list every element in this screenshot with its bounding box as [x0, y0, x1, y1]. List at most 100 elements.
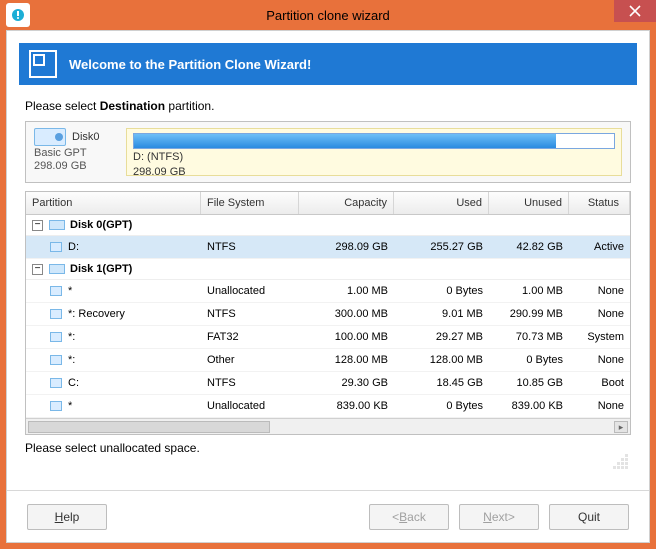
table-row[interactable]: *: Recovery NTFS300.00 MB9.01 MB290.99 MB… — [26, 303, 630, 326]
cell-partition: * — [68, 285, 72, 297]
table-row[interactable]: *Unallocated839.00 KB0 Bytes839.00 KBNon… — [26, 395, 630, 418]
cell-status: Boot — [569, 375, 630, 391]
horizontal-scrollbar[interactable]: ▸ — [26, 418, 630, 434]
cell-capacity: 298.09 GB — [299, 239, 394, 255]
cell-status: System — [569, 329, 630, 345]
cell-used: 255.27 GB — [394, 239, 489, 255]
table-row[interactable]: *: FAT32100.00 MB29.27 MB70.73 MBSystem — [26, 326, 630, 349]
cell-partition: * — [68, 400, 72, 412]
cell-status: None — [569, 306, 630, 322]
instruction-pre: Please select — [25, 99, 100, 113]
window-title: Partition clone wizard — [0, 8, 656, 23]
cell-unused: 10.85 GB — [489, 375, 569, 391]
disk-group-title: Disk 1(GPT) — [70, 263, 132, 275]
usage-bar — [133, 133, 615, 149]
cell-used: 0 Bytes — [394, 283, 489, 299]
back-button[interactable]: <Back — [369, 504, 449, 530]
cell-capacity: 839.00 KB — [299, 398, 394, 414]
cell-filesystem: NTFS — [201, 375, 299, 391]
instruction-bold: Destination — [100, 99, 165, 113]
cell-used: 29.27 MB — [394, 329, 489, 345]
wizard-icon — [29, 50, 57, 78]
cell-filesystem: NTFS — [201, 306, 299, 322]
close-button[interactable] — [614, 0, 656, 22]
grid-header: Partition File System Capacity Used Unus… — [26, 192, 630, 215]
help-button[interactable]: Help — [27, 504, 107, 530]
col-status[interactable]: Status — [569, 192, 630, 214]
cell-capacity: 100.00 MB — [299, 329, 394, 345]
cell-unused: 70.73 MB — [489, 329, 569, 345]
wizard-banner: Welcome to the Partition Clone Wizard! — [19, 43, 637, 85]
cell-status: None — [569, 352, 630, 368]
cell-filesystem: Unallocated — [201, 398, 299, 414]
scrollbar-thumb[interactable] — [28, 421, 270, 433]
wizard-title: Welcome to the Partition Clone Wizard! — [69, 57, 311, 72]
instruction-text: Please select Destination partition. — [25, 99, 631, 113]
collapse-icon[interactable]: − — [32, 220, 43, 231]
col-capacity[interactable]: Capacity — [299, 192, 394, 214]
cell-capacity: 29.30 GB — [299, 375, 394, 391]
cell-unused: 1.00 MB — [489, 283, 569, 299]
cell-partition: *: Recovery — [68, 308, 125, 320]
cell-used: 18.45 GB — [394, 375, 489, 391]
partition-icon — [50, 378, 62, 388]
cell-used: 128.00 MB — [394, 352, 489, 368]
collapse-icon[interactable]: − — [32, 264, 43, 275]
partition-icon — [50, 242, 62, 252]
col-used[interactable]: Used — [394, 192, 489, 214]
table-row[interactable]: *:Other128.00 MB128.00 MB0 BytesNone — [26, 349, 630, 372]
cell-capacity: 128.00 MB — [299, 352, 394, 368]
disk-group[interactable]: − Disk 0(GPT) — [26, 215, 630, 236]
source-disk-box: Disk0 Basic GPT 298.09 GB D: (NTFS) 298.… — [25, 121, 631, 183]
partition-grid: Partition File System Capacity Used Unus… — [25, 191, 631, 435]
cell-used: 9.01 MB — [394, 306, 489, 322]
table-row[interactable]: D:NTFS298.09 GB255.27 GB42.82 GBActive — [26, 236, 630, 259]
cell-status: Active — [569, 239, 630, 255]
cell-used: 0 Bytes — [394, 398, 489, 414]
partition-icon — [50, 355, 62, 365]
table-row[interactable]: *Unallocated1.00 MB0 Bytes1.00 MBNone — [26, 280, 630, 303]
cell-unused: 42.82 GB — [489, 239, 569, 255]
cell-partition: *: — [68, 331, 75, 343]
instruction-post: partition. — [165, 99, 214, 113]
col-partition[interactable]: Partition — [26, 192, 201, 214]
source-disk-name: Disk0 — [72, 131, 100, 143]
source-part-label: D: (NTFS) — [133, 151, 615, 164]
grid-body: − Disk 0(GPT) D:NTFS298.09 GB255.27 GB42.8… — [26, 215, 630, 418]
cell-partition: C: — [68, 377, 79, 389]
disk-group[interactable]: − Disk 1(GPT) — [26, 259, 630, 280]
cell-capacity: 1.00 MB — [299, 283, 394, 299]
cell-unused: 0 Bytes — [489, 352, 569, 368]
partition-icon — [50, 401, 62, 411]
button-bar: Help <Back Next> Quit — [7, 490, 649, 542]
window: Partition clone wizard Welcome to the Pa… — [0, 0, 656, 549]
hint-text: Please select unallocated space. — [25, 441, 631, 455]
scrollbar-right-arrow[interactable]: ▸ — [614, 421, 628, 433]
disk-icon — [49, 220, 65, 230]
disk-group-title: Disk 0(GPT) — [70, 219, 132, 231]
cell-filesystem: NTFS — [201, 239, 299, 255]
cell-filesystem: FAT32 — [201, 329, 299, 345]
cell-status: None — [569, 283, 630, 299]
source-part-size: 298.09 GB — [133, 166, 615, 179]
disk-icon — [34, 128, 66, 146]
disk-icon — [49, 264, 65, 274]
client-area: Welcome to the Partition Clone Wizard! P… — [6, 30, 650, 543]
source-partition-block: D: (NTFS) 298.09 GB — [126, 128, 622, 176]
cell-partition: *: — [68, 354, 75, 366]
table-row[interactable]: C: NTFS29.30 GB18.45 GB10.85 GBBoot — [26, 372, 630, 395]
partition-icon — [50, 309, 62, 319]
partition-icon — [50, 332, 62, 342]
partition-icon — [50, 286, 62, 296]
titlebar: Partition clone wizard — [0, 0, 656, 30]
cell-unused: 839.00 KB — [489, 398, 569, 414]
col-unused[interactable]: Unused — [489, 192, 569, 214]
next-button[interactable]: Next> — [459, 504, 539, 530]
source-disk-size: 298.09 GB — [34, 160, 118, 172]
quit-button[interactable]: Quit — [549, 504, 629, 530]
cell-filesystem: Unallocated — [201, 283, 299, 299]
cell-capacity: 300.00 MB — [299, 306, 394, 322]
col-filesystem[interactable]: File System — [201, 192, 299, 214]
cell-unused: 290.99 MB — [489, 306, 569, 322]
source-disk-type: Basic GPT — [34, 147, 118, 159]
